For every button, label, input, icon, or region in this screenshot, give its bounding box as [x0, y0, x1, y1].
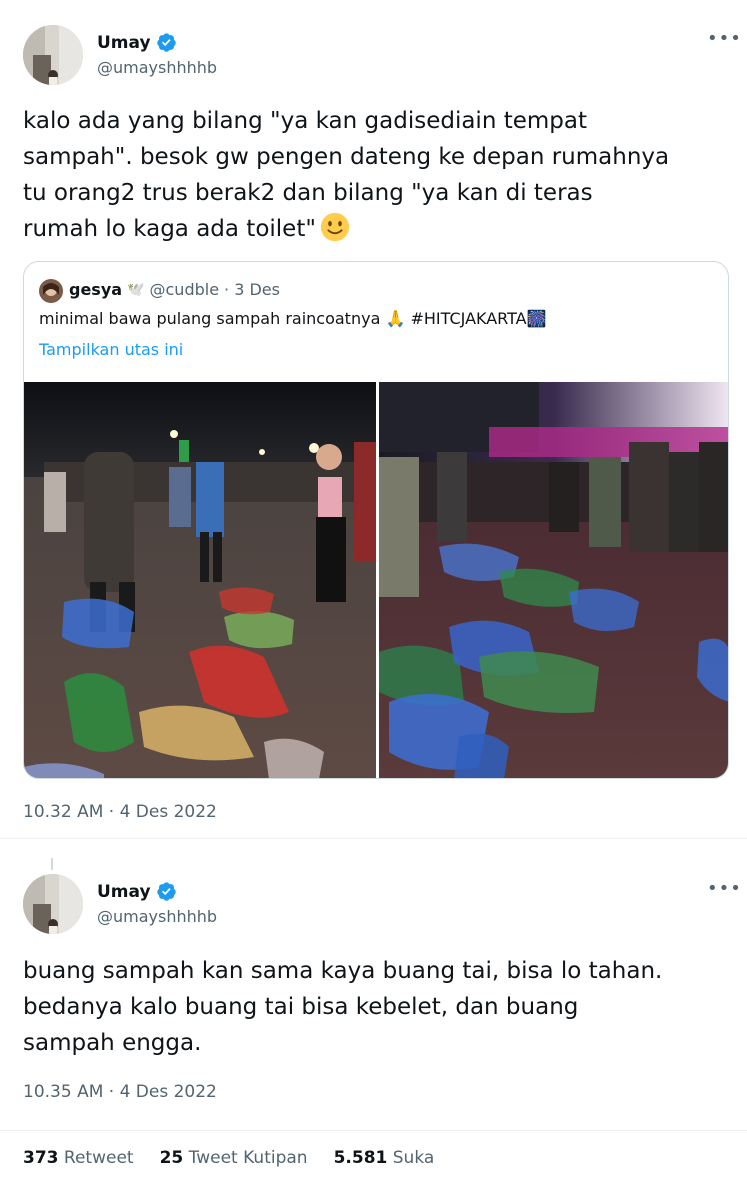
likes-stat[interactable]: 5.581 Suka: [334, 1148, 435, 1168]
author-handle[interactable]: @umayshhhhb: [97, 907, 217, 926]
show-thread-link[interactable]: Tampilkan utas ini: [39, 340, 183, 359]
quoted-date[interactable]: · 3 Des: [224, 280, 280, 299]
tweet-text: buang sampah kan sama kaya buang tai, bi…: [23, 958, 663, 1056]
quotes-count: 25: [159, 1148, 184, 1168]
tweet-reply: Umay @umayshhhhb ••• buang sampah kan sa…: [0, 840, 747, 1130]
engagement-stats: 373 Retweet 25 Tweet Kutipan 5.581 Suka: [23, 1148, 460, 1168]
quoted-tweet-card[interactable]: gesya 🕊️ @cudble · 3 Des minimal bawa pu…: [23, 261, 729, 779]
verified-badge-icon: [156, 33, 176, 52]
author-name-row[interactable]: Umay: [97, 881, 177, 902]
quotes-stat[interactable]: 25 Tweet Kutipan: [160, 1148, 308, 1168]
author-name-row[interactable]: Umay: [97, 32, 177, 53]
author-name[interactable]: Umay: [97, 882, 151, 902]
tweet-text: kalo ada yang bilang "ya kan gadisediain…: [23, 103, 733, 247]
photo-left[interactable]: [24, 382, 376, 778]
tweet-timestamp[interactable]: 10.35 AM · 4 Des 2022: [23, 1082, 217, 1102]
more-horizontal-icon[interactable]: •••: [707, 28, 742, 49]
author-avatar[interactable]: [23, 874, 83, 934]
tweet-timestamp[interactable]: 10.32 AM · 4 Des 2022: [23, 802, 217, 822]
retweets-stat[interactable]: 373 Retweet: [23, 1148, 134, 1168]
divider: [0, 838, 747, 839]
quoted-text: minimal bawa pulang sampah raincoatnya 🙏…: [39, 309, 547, 328]
slightly-smiling-face-emoji: [320, 212, 350, 242]
quoted-header: gesya 🕊️ @cudble · 3 Des: [69, 280, 280, 299]
author-handle[interactable]: @umayshhhhb: [97, 58, 217, 77]
author-name[interactable]: Umay: [97, 33, 151, 53]
quoted-author-avatar[interactable]: [39, 279, 63, 303]
verified-badge-icon: [156, 882, 176, 901]
retweets-count: 373: [23, 1148, 59, 1168]
quoted-author-name[interactable]: gesya: [69, 280, 122, 299]
likes-count: 5.581: [333, 1148, 388, 1168]
dove-emoji: 🕊️: [127, 281, 145, 298]
quotes-label: Tweet Kutipan: [188, 1148, 308, 1168]
tweet-main: Umay @umayshhhhb ••• kalo ada yang bilan…: [0, 0, 747, 840]
likes-label: Suka: [392, 1148, 435, 1168]
retweets-label: Retweet: [63, 1148, 134, 1168]
divider: [0, 1130, 747, 1131]
quoted-author-handle[interactable]: @cudble: [150, 280, 220, 299]
more-horizontal-icon[interactable]: •••: [707, 878, 742, 899]
author-avatar[interactable]: [23, 25, 83, 85]
photo-right[interactable]: [379, 382, 728, 778]
